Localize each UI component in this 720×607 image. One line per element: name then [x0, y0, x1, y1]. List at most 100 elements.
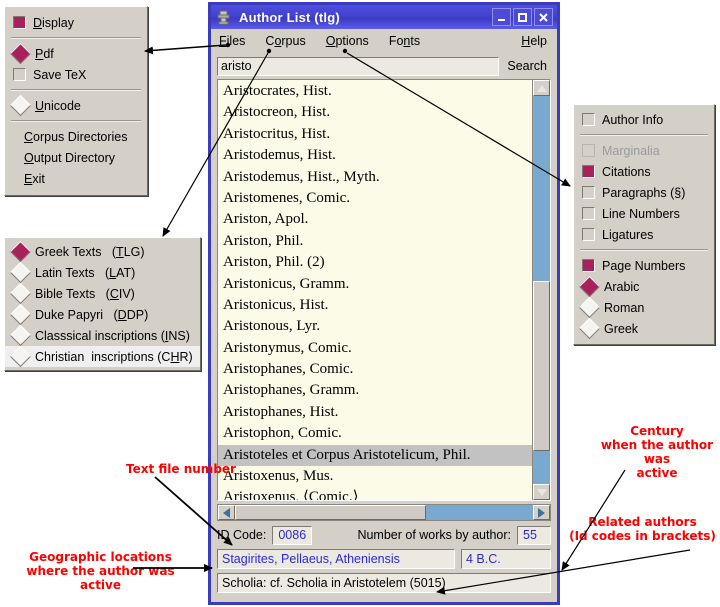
- checkbox-indicator-paragraphs[interactable]: [582, 186, 595, 199]
- menu-item-output-directory[interactable]: Output Directory: [5, 147, 147, 168]
- vertical-scrollbar-track[interactable]: [533, 96, 550, 484]
- menu-item-pdf[interactable]: Pdf: [5, 42, 147, 65]
- radio-indicator-unicode[interactable]: [9, 94, 32, 117]
- related-authors-value[interactable]: Scholia: cf. Scholia in Aristotelem (501…: [217, 573, 551, 593]
- menu-corpus[interactable]: Corpus: [265, 34, 305, 48]
- radio-indicator-duke-papyri[interactable]: [9, 303, 32, 326]
- radio-indicator-classical-inscriptions[interactable]: [9, 324, 32, 347]
- menu-item-arabic[interactable]: Arabic: [574, 275, 714, 298]
- author-list-item[interactable]: Aristonymus, Comic.: [218, 338, 532, 359]
- menu-files[interactable]: Files: [219, 34, 245, 48]
- vertical-scrollbar-thumb[interactable]: [533, 281, 550, 451]
- horizontal-scrollbar-thumb[interactable]: [235, 505, 426, 520]
- author-list-box[interactable]: Aristocrates, Hist. Aristocreon, Hist. Ari…: [217, 79, 551, 501]
- menu-options[interactable]: Options: [326, 34, 369, 48]
- horizontal-scrollbar[interactable]: [217, 504, 551, 521]
- vertical-scrollbar[interactable]: [532, 80, 550, 500]
- radio-indicator-arabic[interactable]: [578, 275, 601, 298]
- author-list-item[interactable]: Aristocreon, Hist.: [218, 102, 532, 123]
- author-list-item[interactable]: Aristophanes, Comic.: [218, 359, 532, 380]
- menu-fonts[interactable]: Fonts: [389, 34, 420, 48]
- checkbox-indicator-page-numbers[interactable]: [582, 259, 595, 272]
- menu-separator: [580, 249, 708, 251]
- author-list-item[interactable]: Ariston, Phil.: [218, 231, 532, 252]
- author-list-item[interactable]: Aristoxenus, ⟨Comic.⟩: [218, 487, 532, 500]
- menu-item-paragraphs[interactable]: Paragraphs (§): [574, 182, 714, 203]
- author-list-item[interactable]: Aristonicus, Gramm.: [218, 274, 532, 295]
- author-list-item[interactable]: Ariston, Phil. (2): [218, 252, 532, 273]
- triangle-down-icon: [536, 488, 547, 496]
- search-button[interactable]: Search: [507, 59, 551, 73]
- horizontal-scrollbar-track[interactable]: [235, 505, 533, 520]
- scroll-left-button[interactable]: [218, 505, 235, 520]
- id-code-value[interactable]: 0086: [272, 525, 313, 545]
- radio-indicator-greek-texts[interactable]: [9, 240, 32, 263]
- checkbox-indicator-author-info[interactable]: [582, 113, 595, 126]
- author-list-item[interactable]: Aristophon, Comic.: [218, 423, 532, 444]
- radio-indicator-bible-texts[interactable]: [9, 282, 32, 305]
- menu-item-page-numbers[interactable]: Page Numbers: [574, 255, 714, 276]
- search-input[interactable]: aristo: [217, 56, 500, 76]
- menu-item-save-tex[interactable]: Save TeX: [5, 64, 147, 85]
- checkbox-indicator-line-numbers[interactable]: [582, 207, 595, 220]
- menu-item-ligatures[interactable]: Ligatures: [574, 224, 714, 245]
- century-value[interactable]: 4 B.C.: [461, 549, 551, 569]
- menu-item-label: Page Numbers: [602, 258, 686, 273]
- menu-item-greek-texts[interactable]: Greek Texts (TLG): [5, 240, 200, 263]
- menu-item-latin-texts[interactable]: Latin Texts (LAT): [5, 261, 200, 284]
- checkbox-indicator-display[interactable]: [13, 16, 26, 29]
- author-list-item[interactable]: Aristodemus, Hist.: [218, 145, 532, 166]
- window-titlebar[interactable]: Author List (tlg): [211, 5, 557, 29]
- author-list-item[interactable]: Ariston, Apol.: [218, 209, 532, 230]
- menu-item-roman[interactable]: Roman: [574, 296, 714, 319]
- author-list-item[interactable]: Aristocritus, Hist.: [218, 124, 532, 145]
- menu-item-duke-papyri[interactable]: Duke Papyri (DDP): [5, 303, 200, 326]
- menu-item-marginalia: Marginalia: [574, 140, 714, 161]
- author-list-item[interactable]: Aristonicus, Hist.: [218, 295, 532, 316]
- menu-item-line-numbers[interactable]: Line Numbers: [574, 203, 714, 224]
- menu-item-unicode[interactable]: Unicode: [5, 94, 147, 117]
- author-list-item[interactable]: Aristomenes, Comic.: [218, 188, 532, 209]
- menu-item-corpus-directories[interactable]: Corpus Directories: [5, 126, 147, 147]
- menu-item-citations[interactable]: Citations: [574, 161, 714, 182]
- triangle-right-icon: [538, 507, 545, 518]
- works-count-value[interactable]: 55: [517, 525, 551, 545]
- menu-item-display[interactable]: Display: [5, 12, 147, 33]
- corpus-menu-panel[interactable]: Greek Texts (TLG) Latin Texts (LAT) Bibl…: [4, 237, 201, 371]
- author-list-item[interactable]: Aristocrates, Hist.: [218, 81, 532, 102]
- author-list-item[interactable]: Aristophanes, Hist.: [218, 402, 532, 423]
- radio-indicator-latin-texts[interactable]: [9, 261, 32, 284]
- menu-item-classical-inscriptions[interactable]: Classsical inscriptions (INS): [5, 324, 200, 347]
- minimize-button[interactable]: [492, 8, 511, 26]
- files-menu-panel[interactable]: Display Pdf Save TeX Unicode Corpus Dire…: [4, 6, 148, 196]
- checkbox-indicator-citations[interactable]: [582, 165, 595, 178]
- close-button[interactable]: [534, 8, 553, 26]
- scroll-right-button[interactable]: [533, 505, 550, 520]
- author-list-item[interactable]: Aristodemus, Hist., Myth.: [218, 167, 532, 188]
- menu-item-bible-texts[interactable]: Bible Texts (CIV): [5, 282, 200, 305]
- menu-item-author-info[interactable]: Author Info: [574, 109, 714, 130]
- author-list-item[interactable]: Aristophanes, Gramm.: [218, 380, 532, 401]
- menubar[interactable]: Files Corpus Options Fonts Help: [211, 29, 557, 53]
- menu-item-christian-inscriptions[interactable]: Christian inscriptions (CHR): [5, 345, 200, 368]
- options-menu-panel[interactable]: Author Info Marginalia Citations Paragra…: [573, 104, 715, 345]
- author-list-item[interactable]: Aristonous, Lyr.: [218, 316, 532, 337]
- radio-indicator-christian-inscriptions[interactable]: [9, 345, 32, 368]
- menu-item-label: Ligatures: [602, 227, 654, 242]
- scroll-up-button[interactable]: [533, 80, 550, 96]
- radio-indicator-greek[interactable]: [578, 317, 601, 340]
- menu-item-greek[interactable]: Greek: [574, 317, 714, 340]
- scroll-down-button[interactable]: [533, 484, 550, 500]
- author-list-rows[interactable]: Aristocrates, Hist. Aristocreon, Hist. Ari…: [218, 80, 532, 500]
- geography-value[interactable]: Stagirites, Pellaeus, Atheniensis: [217, 549, 455, 569]
- checkbox-indicator-ligatures[interactable]: [582, 228, 595, 241]
- maximize-button[interactable]: [513, 8, 532, 26]
- menu-item-exit[interactable]: Exit: [5, 168, 147, 189]
- annotation-related-authors: Related authors (Id codes in brackets): [569, 515, 716, 543]
- radio-indicator-pdf[interactable]: [9, 42, 32, 65]
- files-menu-group-1: Pdf Save TeX: [5, 42, 147, 85]
- works-count-label: Number of works by author:: [357, 528, 511, 542]
- radio-indicator-roman[interactable]: [578, 296, 601, 319]
- checkbox-indicator-save-tex[interactable]: [13, 68, 26, 81]
- menu-help[interactable]: Help: [521, 34, 547, 48]
